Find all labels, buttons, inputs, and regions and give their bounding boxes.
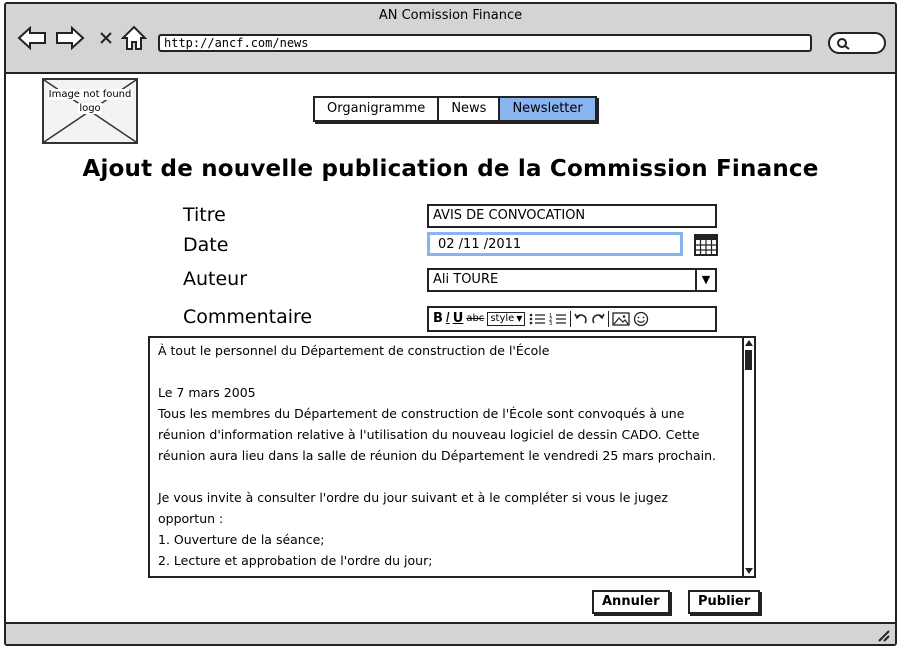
search-icon: [837, 38, 850, 50]
vertical-scrollbar[interactable]: [742, 338, 754, 576]
comment-text: À tout le personnel du Département de co…: [158, 340, 734, 571]
resize-grip-icon[interactable]: [875, 628, 891, 642]
text-line: 1. Ouverture de la séance;: [158, 532, 325, 547]
numbered-list-icon[interactable]: 1 2 3: [549, 311, 567, 327]
chevron-down-icon: ▼: [516, 314, 523, 323]
publish-button[interactable]: Publier: [688, 590, 761, 614]
auteur-label: Auteur: [183, 268, 248, 290]
svg-text:3: 3: [549, 321, 552, 327]
style-dropdown[interactable]: style ▼: [487, 312, 526, 326]
toolbar-divider: [608, 311, 610, 327]
search-field[interactable]: [828, 32, 886, 54]
redo-icon[interactable]: [591, 311, 606, 327]
text-line: Tous les membres du Département de const…: [158, 406, 685, 421]
insert-image-icon[interactable]: [612, 311, 631, 327]
titre-label: Titre: [183, 204, 226, 226]
calendar-icon[interactable]: [693, 232, 719, 258]
tab-news[interactable]: News: [437, 96, 499, 122]
logo-alt-text: Image not found: [47, 89, 133, 100]
text-line: À tout le personnel du Département de co…: [158, 343, 550, 358]
logo-placeholder: Image not found logo: [42, 78, 138, 144]
comment-textarea[interactable]: À tout le personnel du Département de co…: [148, 336, 756, 578]
cancel-button[interactable]: Annuler: [592, 590, 670, 614]
text-line: [158, 466, 734, 487]
commentaire-label: Commentaire: [183, 306, 313, 328]
nav-tabs: Organigramme News Newsletter: [313, 96, 597, 122]
forward-arrow-icon[interactable]: [54, 24, 86, 52]
tab-organigramme[interactable]: Organigramme: [313, 96, 438, 122]
chevron-down-icon[interactable]: ▼: [695, 270, 715, 290]
style-dropdown-label: style: [490, 313, 515, 324]
text-line: Je vous invite à consulter l'ordre du jo…: [158, 490, 668, 505]
toolbar-divider: [570, 311, 572, 327]
auteur-selected-value: Ali TOURE: [433, 272, 499, 287]
text-line: Le 7 mars 2005: [158, 385, 256, 400]
rich-text-toolbar: B I U abc style ▼ 1 2 3: [427, 306, 717, 332]
tab-newsletter[interactable]: Newsletter: [498, 96, 597, 122]
strikethrough-button[interactable]: abc: [466, 309, 484, 329]
scrollbar-thumb[interactable]: [745, 350, 752, 370]
scroll-up-icon[interactable]: [744, 338, 754, 348]
date-label: Date: [183, 234, 229, 256]
undo-icon[interactable]: [574, 311, 588, 327]
bullet-list-icon[interactable]: [528, 311, 546, 327]
auteur-select[interactable]: Ali TOURE ▼: [427, 268, 717, 292]
url-bar[interactable]: http://ancf.com/news: [158, 34, 812, 52]
window-title: AN Comission Finance: [378, 8, 523, 23]
text-line: 2. Lecture et approbation de l'ordre du …: [158, 553, 433, 568]
title-bar: AN Comission Finance http://ancf.com/new…: [6, 4, 895, 74]
back-arrow-icon[interactable]: [16, 24, 48, 52]
scroll-down-icon[interactable]: [744, 566, 754, 576]
page-title: Ajout de nouvelle publication de la Comm…: [82, 156, 819, 182]
status-bar: [6, 622, 895, 644]
emoji-icon[interactable]: [633, 311, 649, 327]
text-line: [158, 361, 734, 382]
text-line: réunion aura lieu dans la salle de réuni…: [158, 448, 716, 463]
underline-button[interactable]: U: [453, 309, 464, 329]
home-icon[interactable]: [118, 24, 150, 52]
date-input[interactable]: 02 /11 /2011: [427, 232, 683, 256]
browser-window: AN Comission Finance http://ancf.com/new…: [4, 2, 897, 646]
italic-button[interactable]: I: [446, 309, 450, 329]
bold-button[interactable]: B: [433, 309, 443, 329]
text-line: opportun :: [158, 511, 224, 526]
titre-input[interactable]: AVIS DE CONVOCATION: [427, 204, 717, 228]
logo-label: logo: [78, 103, 102, 114]
text-line: réunion d'information relative à l'utili…: [158, 427, 700, 442]
